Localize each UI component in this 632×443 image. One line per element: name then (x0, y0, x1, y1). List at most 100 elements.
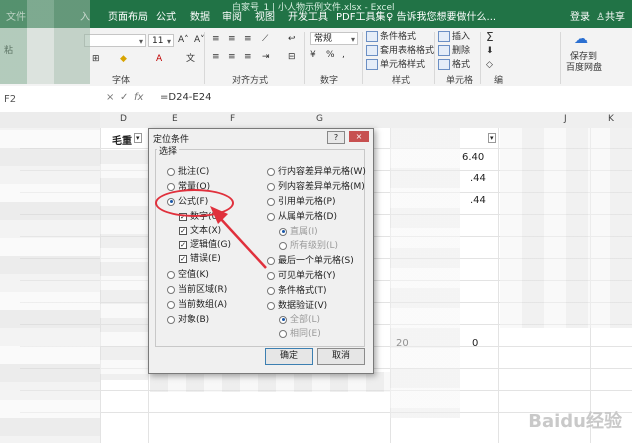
insert-label: 插入 (452, 32, 471, 42)
radio-icon (167, 167, 175, 176)
help-button[interactable]: ? (327, 131, 345, 144)
option-all-levels: 所有级别(L) (279, 240, 338, 252)
conditional-format-button[interactable]: 条件格式 (366, 30, 416, 44)
font-name-select[interactable] (84, 34, 146, 48)
tab-page-layout[interactable]: 页面布局 (108, 8, 148, 23)
delete-label: 删除 (452, 46, 471, 56)
option-conditional-formats[interactable]: 条件格式(T) (267, 285, 327, 297)
percent-icon[interactable]: % (326, 48, 335, 62)
insert-cells-button[interactable]: 插入 (438, 30, 470, 44)
name-box[interactable]: F2 (4, 92, 92, 107)
align-left-icon[interactable]: ≡ (212, 50, 220, 64)
align-top-icon[interactable]: ≡ (212, 32, 220, 46)
grow-font-icon[interactable]: A˄ (178, 33, 189, 47)
fill-icon[interactable]: ⬇ (486, 44, 494, 58)
clear-icon[interactable]: ◇ (486, 58, 493, 72)
currency-icon[interactable]: ¥ (310, 48, 316, 62)
insert-function-icon[interactable]: fx (134, 92, 143, 103)
tell-me-search[interactable]: ♀ 告诉我您想要做什么... (386, 8, 496, 23)
option-last-cell[interactable]: 最后一个单元格(S) (267, 255, 354, 267)
tab-data[interactable]: 数据 (190, 8, 210, 23)
align-middle-icon[interactable]: ≡ (228, 32, 236, 46)
option-precedents[interactable]: 引用单元格(P) (267, 196, 335, 208)
cell-styles-button[interactable]: 单元格样式 (366, 58, 425, 72)
option-current-array[interactable]: 当前数组(A) (167, 299, 227, 311)
mosaic-blur (150, 372, 390, 392)
filter-dropdown-icon[interactable]: ▾ (488, 133, 496, 143)
divider (560, 32, 561, 84)
cell-styles-icon (366, 59, 378, 70)
option-label: 引用单元格(P) (278, 197, 336, 207)
radio-icon (279, 329, 287, 338)
indent-icon[interactable]: ⇥ (262, 50, 270, 64)
option-current-region[interactable]: 当前区域(R) (167, 284, 227, 296)
radio-icon (167, 315, 175, 324)
option-direct-only: 直属(I) (279, 226, 318, 238)
column-header[interactable]: J (564, 114, 567, 124)
cell-value[interactable]: .44 (470, 173, 486, 184)
tell-me-placeholder: 告诉我您想要做什么... (396, 12, 497, 23)
align-right-icon[interactable]: ≡ (244, 50, 252, 64)
autosum-icon[interactable]: Σ (486, 30, 494, 44)
mosaic-blur (0, 0, 90, 84)
format-cells-button[interactable]: 格式 (438, 58, 470, 72)
ribbon-tab-bar: 文件 入 页面布局 公式 数据 审阅 视图 开发工具 PDF工具集 白家号_1 … (0, 0, 632, 28)
comma-icon[interactable]: , (342, 48, 345, 62)
option-column-differences[interactable]: 列内容差异单元格(M) (267, 181, 365, 193)
ok-button[interactable]: 确定 (265, 348, 313, 365)
option-visible-cells[interactable]: 可见单元格(Y) (267, 270, 336, 282)
close-button[interactable]: × (349, 131, 369, 142)
font-size-select[interactable]: 11 (148, 34, 174, 48)
column-header[interactable]: D (120, 114, 127, 124)
selection-group-label: 选择 (157, 144, 180, 157)
option-comments[interactable]: 批注(C) (167, 166, 209, 178)
option-dependents[interactable]: 从属单元格(D) (267, 211, 337, 223)
radio-icon (267, 182, 275, 191)
option-row-differences[interactable]: 行内容差异单元格(W) (267, 166, 366, 178)
cancel-icon[interactable]: × (106, 92, 114, 103)
option-objects[interactable]: 对象(B) (167, 314, 209, 326)
wrap-text-icon[interactable]: ↩ (288, 32, 296, 46)
share-button[interactable]: ♙共享 (596, 8, 625, 23)
column-header[interactable]: G (316, 114, 323, 124)
fill-color-icon[interactable]: ◆ (120, 52, 127, 66)
group-edit-label: 编 (494, 76, 504, 86)
checkbox-checked-icon: ✓ (179, 226, 187, 235)
ribbon-home: 粘 11 A˄ A˅ ⊞ ◆ A 文 字体 ≡ ≡ ≡ ⟋ ≡ ≡ ≡ ⇥ ↩ … (0, 28, 632, 87)
lightbulb-icon: ♀ (386, 12, 394, 23)
align-bottom-icon[interactable]: ≡ (244, 32, 252, 46)
divider (434, 32, 435, 84)
option-label: 批注(C) (178, 167, 210, 177)
tab-formulas[interactable]: 公式 (156, 8, 176, 23)
cell-value[interactable]: 0 (472, 338, 478, 349)
baidu-cloud-icon[interactable]: ☁ (574, 32, 588, 46)
group-number-label: 数字 (320, 76, 339, 86)
option-label: 最后一个单元格(S) (278, 256, 354, 266)
column-header[interactable]: F (230, 114, 235, 124)
enter-icon[interactable]: ✓ (120, 92, 128, 103)
font-color-icon[interactable]: A (156, 52, 162, 66)
login-link[interactable]: 登录 (570, 8, 590, 23)
option-data-validation[interactable]: 数据验证(V) (267, 300, 327, 312)
radio-checked-icon (279, 227, 287, 236)
phonetic-icon[interactable]: 文 (186, 52, 195, 66)
orientation-icon[interactable]: ⟋ (262, 32, 268, 46)
cell-value[interactable]: 6.40 (462, 152, 484, 163)
format-label: 格式 (452, 60, 471, 70)
cell-value[interactable]: .44 (470, 195, 486, 206)
merge-center-icon[interactable]: ⊟ (288, 50, 296, 64)
column-header[interactable]: K (608, 114, 614, 124)
column-header[interactable]: E (172, 114, 178, 124)
number-format-select[interactable]: 常规 (310, 32, 358, 46)
save-to-cloud-line2[interactable]: 百度网盘 (566, 61, 602, 75)
format-as-table-button[interactable]: 套用表格格式 (366, 44, 434, 58)
align-center-icon[interactable]: ≡ (228, 50, 236, 64)
border-icon[interactable]: ⊞ (92, 52, 100, 66)
conditional-format-label: 条件格式 (380, 32, 417, 42)
delete-cells-button[interactable]: 删除 (438, 44, 470, 58)
insert-icon (438, 31, 450, 42)
cancel-button[interactable]: 取消 (317, 348, 365, 365)
header-cell[interactable]: 毛重 (112, 132, 132, 147)
filter-dropdown-icon[interactable]: ▾ (134, 133, 142, 143)
formula-input[interactable]: =D24-E24 (160, 92, 211, 103)
